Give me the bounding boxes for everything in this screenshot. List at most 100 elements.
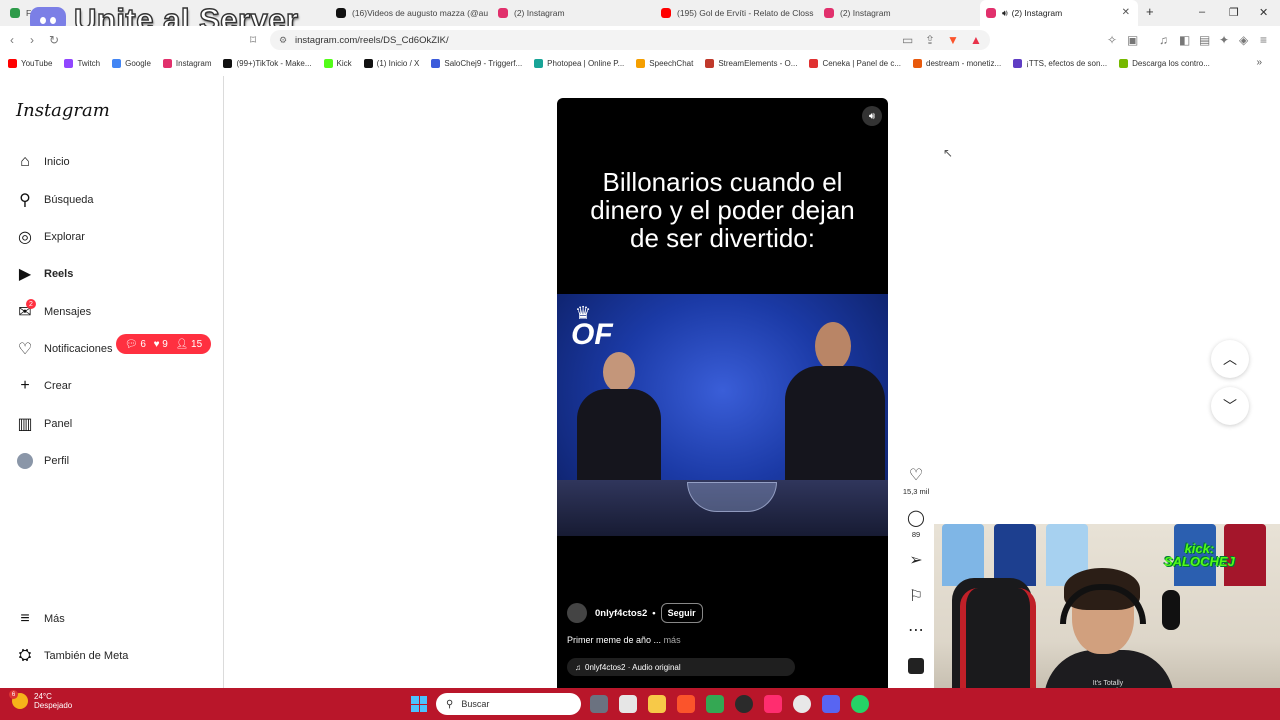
forward-icon[interactable]: › — [30, 33, 34, 47]
save-action[interactable]: ⚐ — [902, 588, 930, 606]
bookmarks-overflow-icon[interactable]: » — [1256, 57, 1262, 68]
share-action[interactable]: ➢ — [902, 552, 930, 570]
nav-notificaciones[interactable]: ♡ Notificaciones — [16, 337, 113, 361]
browser-tab[interactable]: (2) Instagram — [818, 0, 976, 26]
close-tab-icon[interactable]: ✕ — [1122, 7, 1130, 18]
next-reel-button[interactable]: ﹀ — [1211, 387, 1249, 425]
bookmark-item[interactable]: Instagram — [162, 58, 211, 68]
nav-reels[interactable]: ▶ Reels — [16, 262, 74, 286]
nav-busqueda[interactable]: ⚲ Búsqueda — [16, 188, 93, 212]
audio-chip[interactable]: ♫ 0nlyf4ctos2 · Audio original — [567, 658, 795, 676]
close-window-button[interactable]: ✕ — [1259, 6, 1268, 19]
browser-tab[interactable]: (2) Instagram — [492, 0, 650, 26]
settings-gear-icon[interactable] — [793, 695, 811, 713]
nav-label: Crear — [44, 380, 72, 392]
maximize-button[interactable]: ❐ — [1229, 6, 1239, 19]
sound-toggle-button[interactable]: 🔊︎ — [862, 106, 882, 126]
brave-browser-icon[interactable] — [677, 695, 695, 713]
new-tab-button[interactable]: + — [1146, 4, 1154, 19]
bookmark-item[interactable]: SaloChej9 - Triggerf... — [431, 58, 522, 68]
bookmark-item[interactable]: destream - monetiz... — [913, 58, 1001, 68]
obs-icon[interactable] — [735, 695, 753, 713]
bookmark-icon[interactable]: ⌑ — [250, 33, 256, 47]
bookmark-item[interactable]: Twitch — [64, 58, 100, 68]
wallet-icon[interactable]: ▤ — [1199, 33, 1210, 47]
more-icon[interactable]: ⋯ — [902, 622, 930, 640]
paper-plane-icon[interactable]: ➢ — [902, 552, 930, 570]
bookmark-item[interactable]: Google — [112, 58, 151, 68]
sidebar-icon[interactable]: ◧ — [1179, 33, 1190, 47]
site-info-icon[interactable]: ⚙ — [279, 35, 287, 46]
audio-cover-icon[interactable] — [908, 658, 924, 674]
nav-panel[interactable]: ▥ Panel — [16, 412, 72, 436]
extensions-icon[interactable]: ✧ — [1107, 33, 1117, 47]
notifications-summary-pill[interactable]: 💬︎ 6 ♥ 9 👤︎ 15 — [116, 334, 211, 354]
browser-tab[interactable]: (16)Videos de augusto mazza (@aug — [330, 0, 488, 26]
bookmark-item[interactable]: StreamElements - O... — [705, 58, 797, 68]
audio-thumbnail[interactable] — [902, 658, 930, 674]
minimize-button[interactable]: – — [1199, 6, 1205, 18]
weather-widget[interactable]: 6 24°C Despejado — [9, 690, 72, 710]
address-bar[interactable]: ⚙ instagram.com/reels/DS_Cd6OkZIK/ — [270, 30, 990, 50]
more-link[interactable]: más — [664, 635, 681, 645]
bookmark-item[interactable]: Ceneka | Panel de c... — [809, 58, 901, 68]
task-view-icon[interactable] — [590, 695, 608, 713]
file-explorer-icon[interactable] — [648, 695, 666, 713]
taskbar-search-box[interactable]: ⚲ Buscar — [436, 693, 581, 715]
comment-action[interactable]: ◯ 89 — [902, 510, 930, 539]
nav-tambien-de-meta[interactable]: ⛭ También de Meta — [16, 644, 129, 668]
nav-inicio[interactable]: ⌂ Inicio — [16, 150, 70, 174]
brave-rewards-icon[interactable]: ▲ — [970, 33, 982, 47]
windows-start-icon[interactable] — [411, 696, 427, 712]
like-action[interactable]: ♡ 15,3 mil — [902, 467, 930, 496]
bookmark-item[interactable]: Descarga los contro... — [1119, 58, 1210, 68]
spreadsheet-app-icon[interactable] — [706, 695, 724, 713]
author-username[interactable]: 0nlyf4ctos2 — [595, 608, 647, 619]
tab-search-icon[interactable]: ▣ — [1127, 33, 1138, 47]
chevron-down-icon: ﹀ — [1223, 398, 1237, 414]
discord-app-icon[interactable] — [822, 695, 840, 713]
whatsapp-icon[interactable] — [851, 695, 869, 713]
leo-ai-icon[interactable]: ✦ — [1219, 33, 1229, 47]
bookmark-item[interactable]: SpeechChat — [636, 58, 693, 68]
bookmark-icon[interactable]: ⚐ — [902, 588, 930, 606]
bookmark-favicon — [534, 58, 544, 68]
nav-mas[interactable]: ≡ Más — [16, 607, 64, 631]
author-avatar[interactable] — [567, 603, 587, 623]
nav-explorar[interactable]: ◎ Explorar — [16, 225, 85, 249]
menu-icon[interactable]: ≡ — [1260, 33, 1267, 47]
nav-perfil[interactable]: Perfil — [16, 449, 69, 473]
browser-tab-active[interactable]: 🔊︎ (2) Instagram ✕ — [980, 0, 1138, 26]
vpn-icon[interactable]: ◈ — [1239, 33, 1248, 47]
media-icon[interactable]: ♫ — [1159, 33, 1168, 47]
heart-icon[interactable]: ♡ — [902, 467, 930, 485]
more-options-action[interactable]: ⋯ — [902, 622, 930, 640]
bookmark-item[interactable]: Photopea | Online P... — [534, 58, 624, 68]
bookmark-item[interactable]: ¡TTS, efectos de son... — [1013, 58, 1107, 68]
store-icon[interactable] — [619, 695, 637, 713]
instagram-favicon — [824, 8, 834, 18]
brave-shield-icon[interactable]: ▼ — [947, 33, 959, 47]
dashboard-icon: ▥ — [17, 416, 33, 433]
kick-channel-sign: kick: SALOCHEJ — [1164, 542, 1235, 568]
nav-crear[interactable]: + Crear — [16, 374, 72, 398]
comment-icon[interactable]: ◯ — [902, 510, 930, 528]
tiktok-app-icon[interactable] — [764, 695, 782, 713]
comment-count: 89 — [911, 530, 921, 539]
screenshot-icon[interactable]: ▭ — [902, 33, 913, 47]
bookmark-item[interactable]: (99+)TikTok - Make... — [223, 58, 312, 68]
share-icon[interactable]: ⇪ — [925, 33, 935, 47]
nav-mensajes[interactable]: ✉ 2 Mensajes — [16, 299, 91, 324]
bookmark-item[interactable]: YouTube — [8, 58, 52, 68]
browser-tab[interactable]: (195) Gol de Ervíti - Relato de Closs — [655, 0, 815, 26]
reel-video-player[interactable]: 🔊︎ Billonarios cuando el dinero y el pod… — [557, 98, 888, 688]
heart-icon: ♥ — [153, 338, 160, 350]
previous-reel-button[interactable]: ︿ — [1211, 340, 1249, 378]
back-icon[interactable]: ‹ — [10, 33, 14, 47]
reload-icon[interactable]: ↻ — [49, 33, 59, 47]
bookmark-item[interactable]: Kick — [323, 58, 352, 68]
mouse-cursor-icon: ↖ — [943, 146, 954, 160]
bookmark-item[interactable]: (1) Inicio / X — [363, 58, 419, 68]
follow-button[interactable]: Seguir — [660, 603, 703, 623]
instagram-logo[interactable]: Instagram — [16, 100, 110, 121]
